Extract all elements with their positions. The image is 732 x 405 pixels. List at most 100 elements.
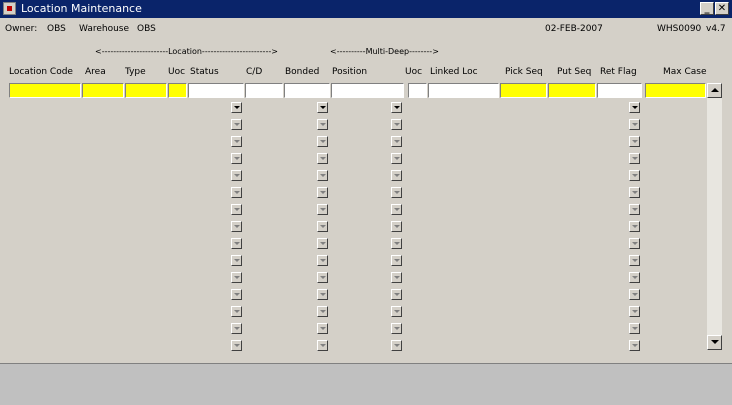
dropdown-arrow-icon[interactable] [317,238,328,249]
table-row [0,151,706,168]
col-status: Status [190,67,219,77]
dropdown-arrow-icon[interactable] [629,136,640,147]
scroll-up-button[interactable] [707,83,722,98]
cell-linked-loc[interactable] [428,83,499,98]
dropdown-arrow-icon[interactable] [629,306,640,317]
table-row [0,270,706,287]
dropdown-arrow-icon[interactable] [317,306,328,317]
dropdown-arrow-icon[interactable] [391,340,402,351]
col-uoc: Uoc [168,67,186,77]
col-bonded: Bonded [285,67,320,77]
cell-ret-flag[interactable] [597,83,642,98]
dropdown-arrow-icon[interactable] [629,289,640,300]
dropdown-arrow-icon[interactable] [231,255,242,266]
minimize-button[interactable]: _ [700,2,714,15]
col-max-case: Max Case [663,67,707,77]
dropdown-arrow-icon[interactable] [391,170,402,181]
close-button[interactable]: ✕ [715,2,729,15]
dropdown-arrow-icon[interactable] [629,340,640,351]
col-area: Area [85,67,106,77]
table-row [0,304,706,321]
table-row [0,253,706,270]
owner-value: OBS [47,24,66,34]
dropdown-arrow-icon[interactable] [391,221,402,232]
cell-position[interactable] [331,83,404,98]
table-row [0,338,706,355]
dropdown-arrow-icon[interactable] [391,119,402,130]
dropdown-arrow-icon[interactable] [317,136,328,147]
cell-uoc[interactable] [168,83,187,98]
dropdown-arrow-icon[interactable] [317,204,328,215]
vertical-scrollbar[interactable] [707,83,722,350]
dropdown-arrow-icon[interactable] [629,102,640,113]
cell-pick-seq[interactable] [500,83,547,98]
dropdown-arrow-icon[interactable] [391,323,402,334]
dropdown-arrow-icon[interactable] [317,289,328,300]
dropdown-arrow-icon[interactable] [231,119,242,130]
dropdown-arrow-icon[interactable] [391,289,402,300]
cell-uoc2[interactable] [408,83,427,98]
table-row [0,287,706,304]
cell-max-case[interactable] [645,83,706,98]
dropdown-arrow-icon[interactable] [629,119,640,130]
cell-type[interactable] [125,83,167,98]
dropdown-arrow-icon[interactable] [317,102,328,113]
cell-cd[interactable] [245,83,283,98]
cell-status[interactable] [188,83,244,98]
scroll-down-button[interactable] [707,335,722,350]
dropdown-arrow-icon[interactable] [231,136,242,147]
col-type: Type [125,67,146,77]
dropdown-arrow-icon[interactable] [317,340,328,351]
dropdown-arrow-icon[interactable] [629,272,640,283]
dropdown-arrow-icon[interactable] [629,170,640,181]
dropdown-arrow-icon[interactable] [231,170,242,181]
dropdown-arrow-icon[interactable] [391,238,402,249]
dropdown-arrow-icon[interactable] [231,153,242,164]
cell-bonded[interactable] [284,83,330,98]
dropdown-arrow-icon[interactable] [391,306,402,317]
dropdown-arrow-icon[interactable] [231,272,242,283]
dropdown-arrow-icon[interactable] [231,102,242,113]
dropdown-arrow-icon[interactable] [231,204,242,215]
date-display: 02-FEB-2007 [545,24,603,34]
dropdown-arrow-icon[interactable] [317,170,328,181]
dropdown-arrow-icon[interactable] [231,306,242,317]
dropdown-arrow-icon[interactable] [231,323,242,334]
dropdown-arrow-icon[interactable] [231,340,242,351]
table-row [0,117,706,134]
dropdown-arrow-icon[interactable] [391,102,402,113]
dropdown-arrow-icon[interactable] [629,221,640,232]
dropdown-arrow-icon[interactable] [629,187,640,198]
dropdown-arrow-icon[interactable] [629,255,640,266]
dropdown-arrow-icon[interactable] [391,153,402,164]
info-bar: Owner: OBS Warehouse OBS 02-FEB-2007 WHS… [0,21,732,37]
dropdown-arrow-icon[interactable] [317,153,328,164]
dropdown-arrow-icon[interactable] [391,136,402,147]
cell-area[interactable] [82,83,124,98]
dropdown-arrow-icon[interactable] [231,238,242,249]
cell-put-seq[interactable] [548,83,596,98]
table-row [0,168,706,185]
dropdown-arrow-icon[interactable] [317,272,328,283]
dropdown-arrow-icon[interactable] [317,119,328,130]
dropdown-arrow-icon[interactable] [231,221,242,232]
col-cd: C/D [246,67,263,77]
dropdown-arrow-icon[interactable] [231,187,242,198]
dropdown-arrow-icon[interactable] [317,221,328,232]
dropdown-arrow-icon[interactable] [317,323,328,334]
dropdown-arrow-icon[interactable] [391,187,402,198]
dropdown-arrow-icon[interactable] [629,323,640,334]
cell-location-code[interactable] [9,83,81,98]
warehouse-label: Warehouse [79,24,130,34]
dropdown-arrow-icon[interactable] [629,153,640,164]
dropdown-arrow-icon[interactable] [629,204,640,215]
window-title: Location Maintenance [21,2,142,15]
dropdown-arrow-icon[interactable] [231,289,242,300]
table-row [0,236,706,253]
dropdown-arrow-icon[interactable] [391,204,402,215]
dropdown-arrow-icon[interactable] [317,255,328,266]
dropdown-arrow-icon[interactable] [391,272,402,283]
dropdown-arrow-icon[interactable] [391,255,402,266]
dropdown-arrow-icon[interactable] [629,238,640,249]
dropdown-arrow-icon[interactable] [317,187,328,198]
